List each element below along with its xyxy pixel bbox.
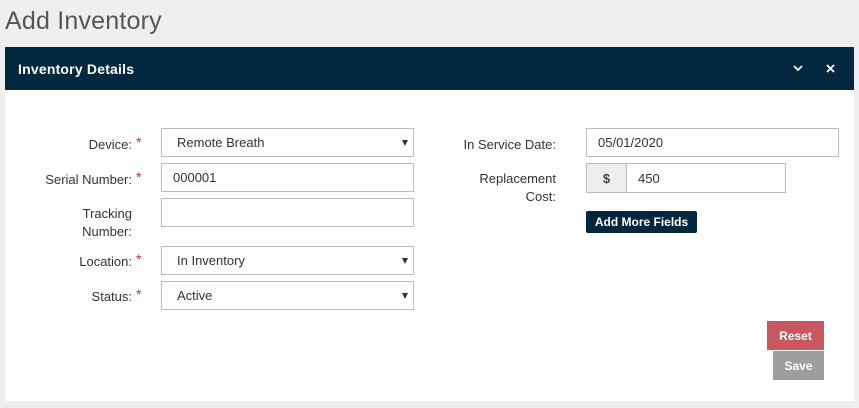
currency-addon: $ [586,163,627,193]
location-select-value: In Inventory [177,253,245,268]
device-select[interactable]: Remote Breath [161,128,414,157]
location-select[interactable]: In Inventory [161,246,414,275]
panel-header: Inventory Details [5,47,854,90]
dropdown-caret-icon [402,257,408,264]
tracking-number-input[interactable] [161,198,414,227]
serial-number-required-marker: * [136,169,142,185]
replacement-cost-label-line2: Cost: [525,189,556,204]
close-icon[interactable] [821,59,839,77]
status-required-marker: * [136,286,142,302]
device-select-value: Remote Breath [177,135,265,150]
dropdown-caret-icon [402,292,408,299]
panel-title: Inventory Details [18,60,135,77]
reset-button[interactable]: Reset [767,321,824,350]
in-service-date-label: In Service Date: [463,137,557,152]
tracking-number-label-line1: Tracking [82,206,132,221]
status-select[interactable]: Active [161,281,414,310]
in-service-date-input[interactable] [586,128,839,157]
location-required-marker: * [136,251,142,267]
tracking-number-label-line2: Number: [82,224,132,239]
serial-number-input[interactable] [161,163,414,192]
status-select-value: Active [177,288,213,303]
chevron-down-icon[interactable] [789,59,807,77]
page-title: Add Inventory [5,7,162,35]
replacement-cost-label: Replacement Cost: [479,170,556,206]
inventory-details-panel: Inventory Details Device: * Remote Breat… [5,47,854,401]
location-label: Location: [79,254,132,269]
device-label: Device: [88,137,132,152]
save-button[interactable]: Save [773,351,824,380]
replacement-cost-input[interactable] [626,163,786,193]
status-label: Status: [91,289,132,304]
add-more-fields-button[interactable]: Add More Fields [586,211,697,233]
device-required-marker: * [136,134,142,150]
tracking-number-label: Tracking Number: [82,205,132,241]
serial-number-label: Serial Number: [45,172,132,187]
replacement-cost-label-line1: Replacement [479,171,556,186]
dropdown-caret-icon [402,139,408,146]
